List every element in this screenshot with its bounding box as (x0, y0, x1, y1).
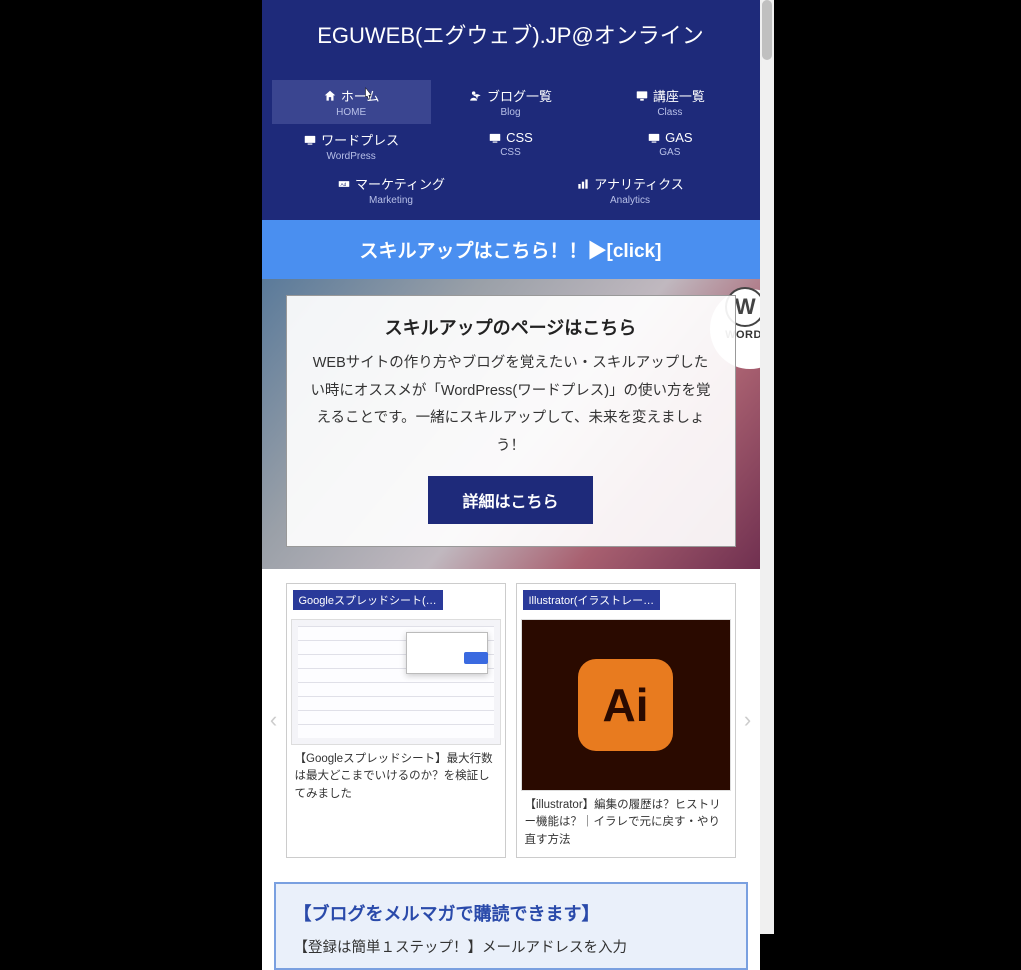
nav-row-1: ホーム HOME ブログ一覧 Blog 講座一覧 Class (272, 80, 750, 124)
nav-sub: Analytics (515, 195, 746, 206)
nav-sub: CSS (435, 147, 586, 158)
newsletter-box: 【ブログをメルマガで購読できます】 【登録は簡単１ステップ！】メールアドレスを入… (274, 882, 748, 970)
nav-label: ブログ一覧 (487, 86, 552, 105)
card-title: 【Googleスプレッドシート】最大行数は最大どこまでいけるのか？を検証してみま… (291, 745, 501, 807)
chevron-left-icon: ‹ (270, 707, 277, 732)
home-icon (323, 89, 337, 103)
nav-sub: GAS (594, 147, 745, 158)
hero-detail-button[interactable]: 詳細はこちら (428, 476, 592, 524)
carousel-prev[interactable]: ‹ (262, 707, 286, 733)
svg-text:Ad: Ad (341, 181, 347, 186)
nav-label: マーケティング (355, 174, 445, 193)
analytics-icon (576, 177, 590, 191)
nav-label: CSS (506, 130, 533, 145)
card-category-tag: Illustrator(イラストレー… (523, 590, 661, 610)
nav-label: ワードプレス (321, 130, 399, 149)
nav-row-3: Ad マーケティング Marketing アナリティクス Analytics (272, 168, 750, 212)
card-thumbnail (291, 619, 501, 745)
hero-card: スキルアップのページはこちら WEBサイトの作り方やブログを覚えたい・スキルアッ… (286, 295, 736, 547)
blog-icon (469, 89, 483, 103)
cta-text: スキルアップはこちら！！▶[click] (360, 241, 662, 262)
nav-sub: HOME (276, 107, 427, 118)
illustrator-thumb-icon: Ai (522, 620, 730, 790)
nav-css[interactable]: CSS CSS (431, 124, 590, 168)
page-viewport: EGUWEB(エグウェブ).JP@オンライン ホーム HOME ブログ一覧 Bl… (262, 0, 760, 970)
nav-blog[interactable]: ブログ一覧 Blog (431, 80, 590, 124)
card-category-tag: Googleスプレッドシート(… (293, 590, 443, 610)
scrollbar-thumb[interactable] (762, 0, 772, 60)
newsletter-body: 【登録は簡単１ステップ！】メールアドレスを入力 (294, 936, 728, 961)
hero-body: WEBサイトの作り方やブログを覚えたい・スキルアップしたい時にオススメが「Wor… (307, 350, 715, 460)
nav-label: アナリティクス (594, 174, 684, 193)
marketing-icon: Ad (337, 177, 351, 191)
chevron-right-icon: › (744, 707, 751, 732)
wordpress-icon (303, 133, 317, 147)
nav-label: 講座一覧 (653, 86, 705, 105)
carousel-track: Googleスプレッドシート(… 【Googleスプレッドシート】最大行数は最大… (286, 583, 736, 858)
article-carousel: ‹ Googleスプレッドシート(… 【Googleスプレッドシート】最大行数は… (262, 569, 760, 872)
gas-icon (647, 131, 661, 145)
nav-sub: WordPress (276, 151, 427, 162)
nav-wordpress[interactable]: ワードプレス WordPress (272, 124, 431, 168)
hero-title: スキルアップのページはこちら (307, 314, 715, 340)
nav-sub: Class (594, 107, 745, 118)
card-title: 【illustrator】編集の履歴は？ヒストリー機能は？｜イラレで元に戻す・や… (521, 791, 731, 853)
class-icon (635, 89, 649, 103)
hero-section: W WORDI スキルアップのページはこちら WEBサイトの作り方やブログを覚え… (262, 279, 760, 569)
nav-label: ホーム (341, 86, 380, 105)
nav-row-2: ワードプレス WordPress CSS CSS GAS GAS (272, 124, 750, 168)
nav-label: GAS (665, 130, 692, 145)
skillup-cta-bar[interactable]: スキルアップはこちら！！▶[click] (262, 220, 760, 279)
spreadsheet-thumb-icon (298, 626, 494, 738)
nav-analytics[interactable]: アナリティクス Analytics (511, 168, 750, 212)
carousel-card[interactable]: Illustrator(イラストレー… Ai 【illustrator】編集の履… (516, 583, 736, 858)
scrollbar-track[interactable] (760, 0, 774, 934)
carousel-card[interactable]: Googleスプレッドシート(… 【Googleスプレッドシート】最大行数は最大… (286, 583, 506, 858)
nav-home[interactable]: ホーム HOME (272, 80, 431, 124)
css-icon (488, 131, 502, 145)
dialog-ok-icon (464, 652, 488, 664)
nav-class[interactable]: 講座一覧 Class (590, 80, 749, 124)
nav-sub: Blog (435, 107, 586, 118)
nav-marketing[interactable]: Ad マーケティング Marketing (272, 168, 511, 212)
site-title[interactable]: EGUWEB(エグウェブ).JP@オンライン (272, 18, 750, 50)
newsletter-heading: 【ブログをメルマガで購読できます】 (294, 900, 728, 926)
site-header: EGUWEB(エグウェブ).JP@オンライン ホーム HOME ブログ一覧 Bl… (262, 0, 760, 220)
carousel-next[interactable]: › (736, 707, 760, 733)
ai-logo-icon: Ai (578, 659, 673, 751)
card-thumbnail: Ai (521, 619, 731, 791)
nav-sub: Marketing (276, 195, 507, 206)
nav-gas[interactable]: GAS GAS (590, 124, 749, 168)
